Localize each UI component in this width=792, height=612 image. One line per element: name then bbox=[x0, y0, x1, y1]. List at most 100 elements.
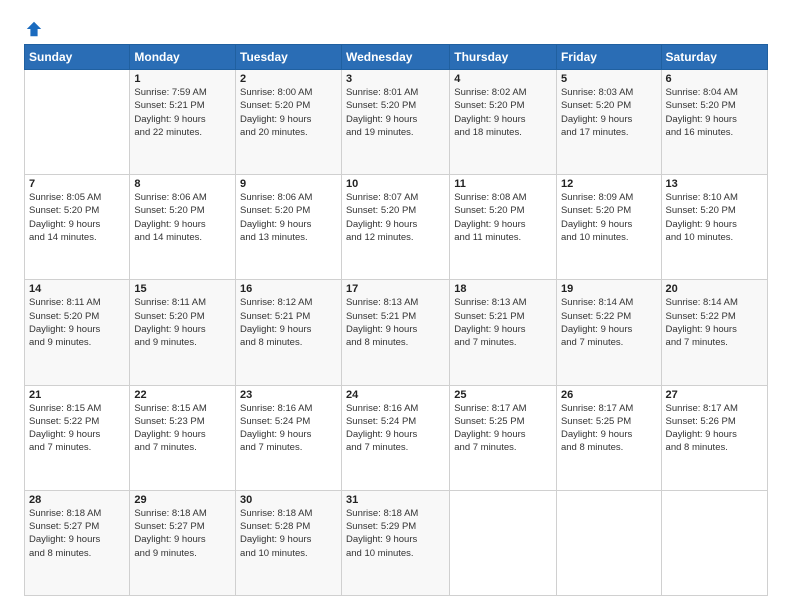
day-info: Sunrise: 8:17 AMSunset: 5:25 PMDaylight:… bbox=[454, 402, 552, 455]
calendar-cell: 4Sunrise: 8:02 AMSunset: 5:20 PMDaylight… bbox=[450, 70, 557, 175]
day-number: 15 bbox=[134, 283, 231, 295]
day-info: Sunrise: 8:13 AMSunset: 5:21 PMDaylight:… bbox=[346, 296, 445, 349]
weekday-header-row: SundayMondayTuesdayWednesdayThursdayFrid… bbox=[25, 45, 768, 70]
day-info: Sunrise: 8:06 AMSunset: 5:20 PMDaylight:… bbox=[240, 191, 337, 244]
weekday-header-saturday: Saturday bbox=[661, 45, 767, 70]
day-number: 21 bbox=[29, 389, 125, 401]
day-number: 17 bbox=[346, 283, 445, 295]
weekday-header-wednesday: Wednesday bbox=[341, 45, 449, 70]
day-info: Sunrise: 8:18 AMSunset: 5:29 PMDaylight:… bbox=[346, 507, 445, 560]
day-info: Sunrise: 8:17 AMSunset: 5:26 PMDaylight:… bbox=[666, 402, 763, 455]
day-info: Sunrise: 8:18 AMSunset: 5:27 PMDaylight:… bbox=[134, 507, 231, 560]
day-number: 14 bbox=[29, 283, 125, 295]
day-number: 30 bbox=[240, 494, 337, 506]
calendar-cell: 21Sunrise: 8:15 AMSunset: 5:22 PMDayligh… bbox=[25, 385, 130, 490]
calendar-cell: 16Sunrise: 8:12 AMSunset: 5:21 PMDayligh… bbox=[236, 280, 342, 385]
calendar-cell: 8Sunrise: 8:06 AMSunset: 5:20 PMDaylight… bbox=[130, 175, 236, 280]
week-row-3: 14Sunrise: 8:11 AMSunset: 5:20 PMDayligh… bbox=[25, 280, 768, 385]
day-number: 9 bbox=[240, 178, 337, 190]
day-info: Sunrise: 8:15 AMSunset: 5:22 PMDaylight:… bbox=[29, 402, 125, 455]
day-info: Sunrise: 8:02 AMSunset: 5:20 PMDaylight:… bbox=[454, 86, 552, 139]
week-row-1: 1Sunrise: 7:59 AMSunset: 5:21 PMDaylight… bbox=[25, 70, 768, 175]
calendar-cell: 31Sunrise: 8:18 AMSunset: 5:29 PMDayligh… bbox=[341, 490, 449, 595]
week-row-5: 28 Sunrise: 8:18 AMSunset: 5:27 PMDayligh… bbox=[25, 490, 768, 595]
calendar-cell: 27Sunrise: 8:17 AMSunset: 5:26 PMDayligh… bbox=[661, 385, 767, 490]
day-info: Sunrise: 8:14 AMSunset: 5:22 PMDaylight:… bbox=[561, 296, 657, 349]
day-info: Sunrise: 8:14 AMSunset: 5:22 PMDaylight:… bbox=[666, 296, 763, 349]
logo bbox=[24, 20, 43, 34]
day-number: 29 bbox=[134, 494, 231, 506]
calendar-cell bbox=[450, 490, 557, 595]
day-number: 23 bbox=[240, 389, 337, 401]
calendar-cell: 15Sunrise: 8:11 AMSunset: 5:20 PMDayligh… bbox=[130, 280, 236, 385]
day-info: Sunrise: 8:16 AMSunset: 5:24 PMDaylight:… bbox=[240, 402, 337, 455]
calendar-cell: 14Sunrise: 8:11 AMSunset: 5:20 PMDayligh… bbox=[25, 280, 130, 385]
calendar-cell: 25Sunrise: 8:17 AMSunset: 5:25 PMDayligh… bbox=[450, 385, 557, 490]
day-number: 20 bbox=[666, 283, 763, 295]
day-info: Sunrise: 8:16 AMSunset: 5:24 PMDaylight:… bbox=[346, 402, 445, 455]
day-info: Sunrise: 8:15 AMSunset: 5:23 PMDaylight:… bbox=[134, 402, 231, 455]
calendar-cell: 11Sunrise: 8:08 AMSunset: 5:20 PMDayligh… bbox=[450, 175, 557, 280]
calendar-cell: 20Sunrise: 8:14 AMSunset: 5:22 PMDayligh… bbox=[661, 280, 767, 385]
calendar-cell: 26Sunrise: 8:17 AMSunset: 5:25 PMDayligh… bbox=[556, 385, 661, 490]
header bbox=[24, 20, 768, 34]
calendar-table: SundayMondayTuesdayWednesdayThursdayFrid… bbox=[24, 44, 768, 596]
day-number: 19 bbox=[561, 283, 657, 295]
calendar-cell: 29Sunrise: 8:18 AMSunset: 5:27 PMDayligh… bbox=[130, 490, 236, 595]
day-number: 1 bbox=[134, 73, 231, 85]
calendar-cell bbox=[661, 490, 767, 595]
day-number: 2 bbox=[240, 73, 337, 85]
weekday-header-friday: Friday bbox=[556, 45, 661, 70]
logo-icon bbox=[25, 20, 43, 38]
day-number: 26 bbox=[561, 389, 657, 401]
calendar-cell: 3Sunrise: 8:01 AMSunset: 5:20 PMDaylight… bbox=[341, 70, 449, 175]
weekday-header-tuesday: Tuesday bbox=[236, 45, 342, 70]
day-number: 22 bbox=[134, 389, 231, 401]
weekday-header-monday: Monday bbox=[130, 45, 236, 70]
calendar-cell: 22Sunrise: 8:15 AMSunset: 5:23 PMDayligh… bbox=[130, 385, 236, 490]
day-number: 11 bbox=[454, 178, 552, 190]
calendar-cell: 7Sunrise: 8:05 AMSunset: 5:20 PMDaylight… bbox=[25, 175, 130, 280]
day-info: Sunrise: 8:11 AMSunset: 5:20 PMDaylight:… bbox=[134, 296, 231, 349]
day-info: Sunrise: 8:05 AMSunset: 5:20 PMDaylight:… bbox=[29, 191, 125, 244]
calendar-cell: 10Sunrise: 8:07 AMSunset: 5:20 PMDayligh… bbox=[341, 175, 449, 280]
day-number: 31 bbox=[346, 494, 445, 506]
calendar-cell: 24Sunrise: 8:16 AMSunset: 5:24 PMDayligh… bbox=[341, 385, 449, 490]
day-info: Sunrise: 8:18 AMSunset: 5:28 PMDaylight:… bbox=[240, 507, 337, 560]
calendar-cell: 28Sunrise: 8:18 AMSunset: 5:27 PMDayligh… bbox=[25, 490, 130, 595]
day-number: 4 bbox=[454, 73, 552, 85]
weekday-header-sunday: Sunday bbox=[25, 45, 130, 70]
calendar-cell: 18Sunrise: 8:13 AMSunset: 5:21 PMDayligh… bbox=[450, 280, 557, 385]
day-info: Sunrise: 8:09 AMSunset: 5:20 PMDaylight:… bbox=[561, 191, 657, 244]
day-info: Sunrise: 8:13 AMSunset: 5:21 PMDaylight:… bbox=[454, 296, 552, 349]
day-number: 8 bbox=[134, 178, 231, 190]
day-info: Sunrise: 8:07 AMSunset: 5:20 PMDaylight:… bbox=[346, 191, 445, 244]
day-info: Sunrise: 8:11 AMSunset: 5:20 PMDaylight:… bbox=[29, 296, 125, 349]
day-number: 10 bbox=[346, 178, 445, 190]
calendar-cell: 1Sunrise: 7:59 AMSunset: 5:21 PMDaylight… bbox=[130, 70, 236, 175]
day-info: Sunrise: 8:10 AMSunset: 5:20 PMDaylight:… bbox=[666, 191, 763, 244]
calendar-cell: 2Sunrise: 8:00 AMSunset: 5:20 PMDaylight… bbox=[236, 70, 342, 175]
week-row-2: 7Sunrise: 8:05 AMSunset: 5:20 PMDaylight… bbox=[25, 175, 768, 280]
day-info: Sunrise: 7:59 AMSunset: 5:21 PMDaylight:… bbox=[134, 86, 231, 139]
day-info: Sunrise: 8:04 AMSunset: 5:20 PMDaylight:… bbox=[666, 86, 763, 139]
day-number: 25 bbox=[454, 389, 552, 401]
day-number: 27 bbox=[666, 389, 763, 401]
calendar-cell: 13Sunrise: 8:10 AMSunset: 5:20 PMDayligh… bbox=[661, 175, 767, 280]
week-row-4: 21Sunrise: 8:15 AMSunset: 5:22 PMDayligh… bbox=[25, 385, 768, 490]
day-number: 16 bbox=[240, 283, 337, 295]
day-info: Sunrise: 8:00 AMSunset: 5:20 PMDaylight:… bbox=[240, 86, 337, 139]
day-number: 12 bbox=[561, 178, 657, 190]
day-number: 6 bbox=[666, 73, 763, 85]
calendar-cell bbox=[556, 490, 661, 595]
day-number: 3 bbox=[346, 73, 445, 85]
weekday-header-thursday: Thursday bbox=[450, 45, 557, 70]
day-info: Sunrise: 8:06 AMSunset: 5:20 PMDaylight:… bbox=[134, 191, 231, 244]
day-info: Sunrise: 8:12 AMSunset: 5:21 PMDaylight:… bbox=[240, 296, 337, 349]
day-number: 24 bbox=[346, 389, 445, 401]
day-info: Sunrise: 8:17 AMSunset: 5:25 PMDaylight:… bbox=[561, 402, 657, 455]
calendar-cell: 6Sunrise: 8:04 AMSunset: 5:20 PMDaylight… bbox=[661, 70, 767, 175]
day-number: 28 bbox=[29, 494, 125, 506]
logo-text bbox=[24, 20, 43, 38]
calendar-cell: 19Sunrise: 8:14 AMSunset: 5:22 PMDayligh… bbox=[556, 280, 661, 385]
